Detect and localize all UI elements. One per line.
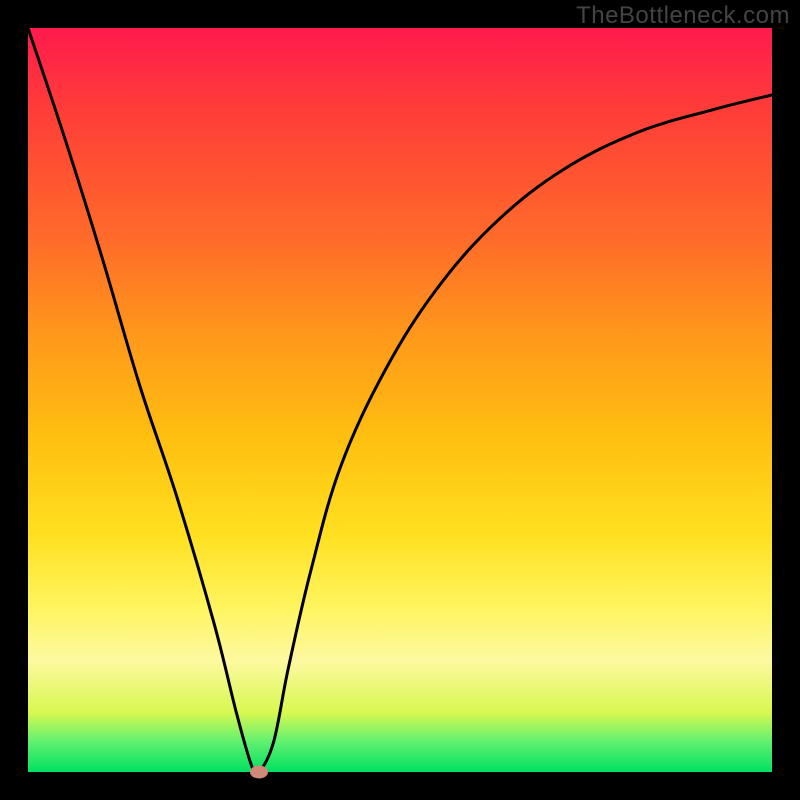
watermark-text: TheBottleneck.com	[576, 2, 790, 30]
chart-plot-area	[28, 28, 772, 772]
minimum-point-marker	[250, 766, 268, 779]
chart-frame: TheBottleneck.com	[0, 0, 800, 800]
bottleneck-curve	[28, 28, 772, 772]
